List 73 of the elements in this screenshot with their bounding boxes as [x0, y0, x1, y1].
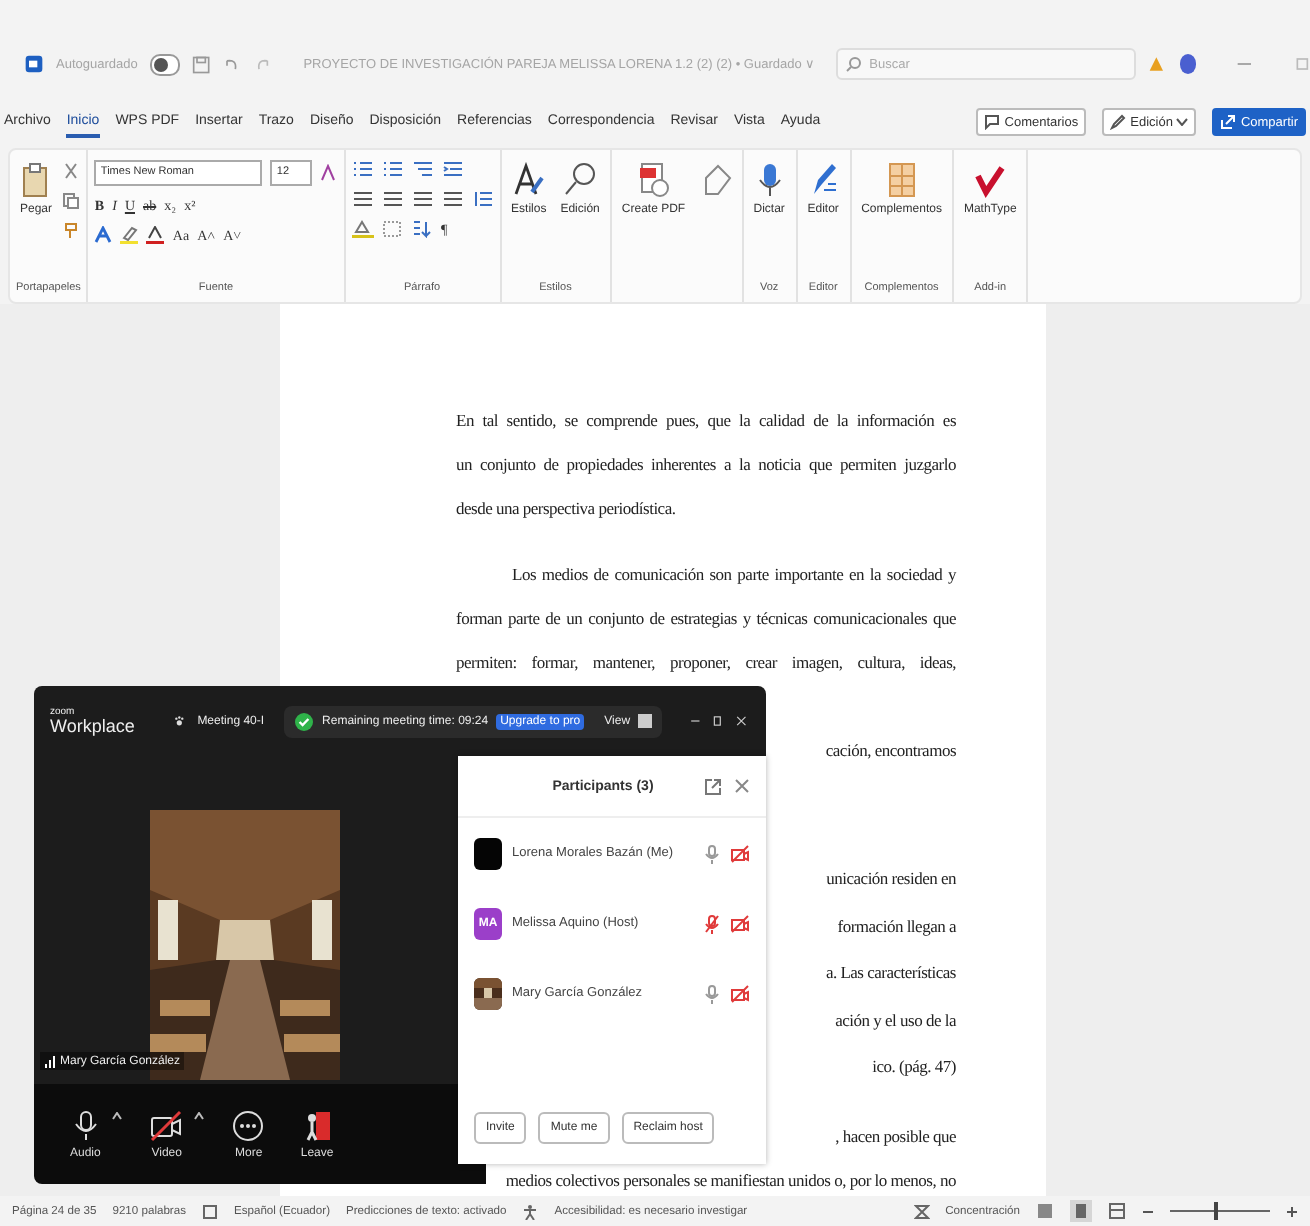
align-icon[interactable] [441, 190, 464, 208]
document-text-line: En tal sentido, se comprende pues, que la calidad de la información es [456, 408, 956, 434]
document-text-line: Los medios de comunicación son parte importante en la sociedad y [510, 562, 956, 588]
line-spacing-icon[interactable] [471, 190, 494, 208]
word-logo-icon [24, 52, 44, 76]
shading-icon[interactable] [351, 220, 374, 238]
comment-icon [984, 114, 1001, 130]
document-text-line: , hacen posible que [835, 1125, 956, 1145]
font-color-icon[interactable] [146, 226, 165, 244]
align-icon[interactable] [351, 190, 374, 208]
maximize-icon[interactable] [712, 712, 724, 730]
caret-icon[interactable] [194, 1112, 205, 1120]
save-icon[interactable] [192, 53, 211, 75]
print-layout-icon[interactable] [1070, 1200, 1092, 1222]
bullets-icon[interactable] [351, 160, 374, 178]
document-text-line: formación llegan a [837, 915, 956, 935]
document-text-line: ico. (pág. 47) [872, 1056, 956, 1076]
document-text-line: desde una perspectiva periodística. [456, 498, 676, 518]
pencil-icon [1110, 114, 1127, 130]
web-layout-icon[interactable] [1108, 1202, 1126, 1220]
document-text-line: ación y el uso de la [835, 1009, 956, 1029]
document-text-line: permiten: formar, mantener, proponer, crear imagen, cultura, ideas, [456, 650, 956, 676]
accessibility-icon[interactable] [522, 1203, 539, 1219]
camera-off-icon[interactable] [730, 983, 750, 1003]
autosave-toggle[interactable] [149, 53, 181, 75]
multilevel-list-icon[interactable] [411, 160, 434, 178]
sort-icon[interactable] [411, 220, 434, 238]
caret-icon[interactable] [112, 1112, 123, 1120]
document-text-line: unicación residen en [826, 868, 956, 888]
document-text-line: a. Las características [825, 962, 956, 982]
microphone-icon[interactable] [704, 983, 720, 1003]
document-text-line: cación, encontramos [825, 740, 956, 760]
copy-icon[interactable] [62, 192, 81, 210]
text-effects-icon[interactable] [94, 226, 113, 244]
zoom-in-icon[interactable] [1286, 1205, 1298, 1217]
muted-microphone-icon[interactable] [704, 913, 720, 933]
pdf-document-icon [637, 162, 670, 198]
shapes-icon [699, 162, 732, 198]
grid-icon [885, 162, 918, 198]
cut-icon[interactable] [62, 162, 81, 180]
align-icon[interactable] [381, 190, 404, 208]
share-icon [1220, 114, 1237, 130]
clipboard-icon [20, 162, 52, 198]
read-mode-icon[interactable] [1036, 1202, 1054, 1220]
highlighter-icon[interactable] [120, 226, 139, 244]
account-avatar[interactable] [1179, 54, 1197, 74]
camera-off-icon[interactable] [730, 913, 750, 933]
grid-view-icon[interactable] [638, 714, 653, 728]
align-icon[interactable] [411, 190, 434, 208]
numbering-icon[interactable] [381, 160, 404, 178]
chevron-down-icon [1176, 118, 1189, 126]
camera-off-icon[interactable] [730, 843, 750, 863]
zoom-out-icon[interactable] [1142, 1205, 1154, 1217]
paw-icon [174, 712, 186, 730]
format-painter-icon[interactable] [62, 222, 81, 240]
focus-icon[interactable] [913, 1203, 930, 1219]
signal-icon [44, 1054, 56, 1068]
document-text-line: medios colectivos personales se manifiestan unidos o, por lo menos, no [505, 1169, 956, 1189]
styles-icon [512, 162, 545, 198]
close-icon[interactable] [735, 712, 747, 730]
checkmark-icon [974, 162, 1007, 198]
document-text-line: forman parte de un conjunto de estrategias y técnicas comunicacionales que [456, 606, 956, 632]
borders-icon[interactable] [381, 220, 404, 238]
document-text-line: un conjunto de propiedades inherentes a la noticia que permiten juzgarlo [456, 452, 956, 478]
leave-door-icon [303, 1109, 332, 1141]
brand-name: Workplace [50, 717, 135, 735]
search-icon [564, 162, 597, 198]
pop-out-icon[interactable] [704, 777, 722, 795]
shield-check-icon [294, 711, 315, 731]
indent-icon[interactable] [441, 160, 464, 178]
microphone-icon [753, 162, 786, 198]
microphone-icon[interactable] [704, 843, 720, 863]
more-icon [232, 1109, 265, 1141]
